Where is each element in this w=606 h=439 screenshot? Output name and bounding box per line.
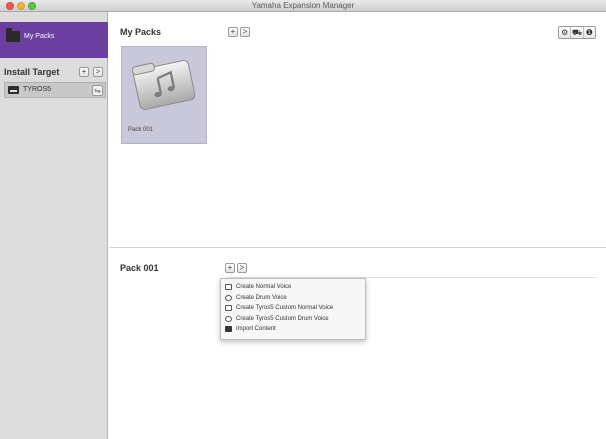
info-icon[interactable]: ❶	[584, 27, 595, 38]
add-content-button[interactable]: +	[225, 263, 235, 273]
device-label: TYROS5	[23, 86, 52, 93]
menu-item-label: Create Tyros5 Custom Drum Voice	[236, 315, 329, 322]
panel-title: Pack 001	[120, 263, 159, 273]
voice-icon	[225, 284, 232, 290]
toolbar-icon-group: ⚙ ⛟ ❶	[558, 26, 596, 39]
install-target-heading: Install Target	[4, 67, 60, 77]
menu-item-create-drum-voice[interactable]: Create Drum Voice	[221, 293, 365, 304]
main-area: My Packs + > ⚙ ⛟ ❶ Pack 001 Pack 001 + >…	[109, 12, 606, 439]
drum-icon	[225, 294, 232, 301]
add-target-button[interactable]: +	[79, 67, 89, 77]
window-title: Yamaha Expansion Manager	[251, 1, 355, 10]
menu-item-label: Create Tyros5 Custom Normal Voice	[236, 305, 334, 311]
menu-item-label: Create Normal Voice	[236, 284, 292, 290]
settings-icon[interactable]: ⚙	[559, 27, 572, 38]
menu-item-create-tyros5-custom-normal-voice[interactable]: Create Tyros5 Custom Normal Voice	[221, 303, 365, 314]
sidebar: My Packs Install Target + > TYROS5 ⇋	[0, 12, 108, 439]
menu-item-import-content[interactable]: Import Content	[221, 324, 365, 335]
menu-item-label: Create Drum Voice	[236, 294, 287, 301]
pack-contents-panel: Pack 001 + > Create Normal Voice Create …	[109, 249, 606, 439]
music-folder-icon	[131, 60, 196, 110]
voice-icon	[225, 305, 232, 311]
menu-item-create-tyros5-custom-drum-voice[interactable]: Create Tyros5 Custom Drum Voice	[221, 314, 365, 325]
usb-connect-icon[interactable]: ⇋	[92, 85, 103, 96]
pack-next-button[interactable]: >	[240, 27, 250, 37]
install-target-item[interactable]: TYROS5 ⇋	[4, 82, 106, 98]
menu-item-create-normal-voice[interactable]: Create Normal Voice	[221, 282, 365, 293]
add-pack-button[interactable]: +	[228, 27, 238, 37]
drum-icon	[225, 315, 232, 322]
my-packs-panel: My Packs + > ⚙ ⛟ ❶ Pack 001	[109, 12, 606, 248]
pack-tile[interactable]: Pack 001	[121, 46, 207, 144]
folder-icon	[6, 28, 20, 42]
sidebar-item-my-packs[interactable]: My Packs	[0, 22, 108, 58]
target-next-button[interactable]: >	[93, 67, 103, 77]
panel-title: My Packs	[120, 27, 162, 37]
sidebar-item-label: My Packs	[24, 33, 55, 40]
pack-label: Pack 001	[128, 127, 154, 133]
add-content-menu: Create Normal Voice Create Drum Voice Cr…	[220, 278, 366, 340]
import-icon	[225, 326, 232, 332]
keyboard-icon	[8, 86, 19, 94]
content-next-button[interactable]: >	[237, 263, 247, 273]
menu-item-label: Import Content	[236, 326, 276, 332]
title-bar: Yamaha Expansion Manager	[0, 0, 606, 12]
cart-icon[interactable]: ⛟	[571, 27, 584, 38]
